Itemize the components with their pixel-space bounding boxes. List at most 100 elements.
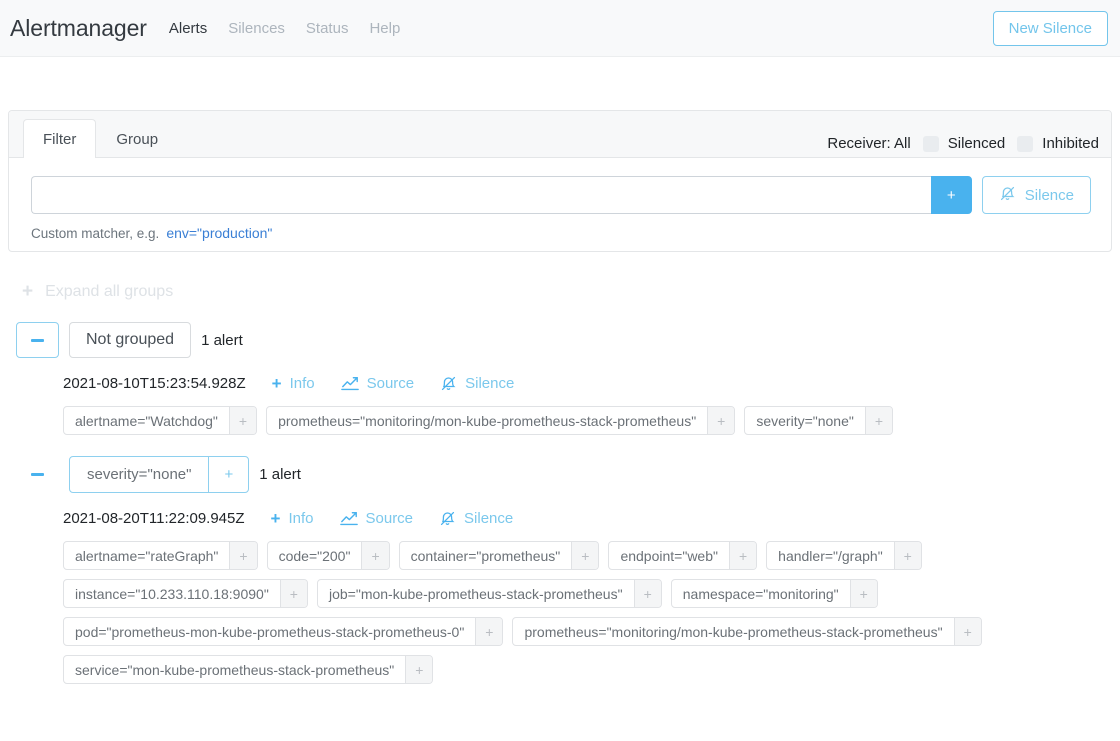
group-name[interactable]: Not grouped — [69, 322, 192, 358]
alert-label-text: service="mon-kube-prometheus-stack-prome… — [75, 661, 395, 678]
filter-card: Filter Group Receiver: All Silenced Inhib… — [8, 110, 1112, 252]
alert-label-text: pod="prometheus-mon-kube-prometheus-stac… — [75, 623, 465, 640]
tab-filter[interactable]: Filter — [23, 119, 97, 158]
alert-label-badge[interactable]: instance="10.233.110.18:9090" + — [63, 579, 308, 608]
alert-label-row: instance="10.233.110.18:9090" + job="mon-k… — [63, 579, 1112, 608]
alert-action-label: Silence — [465, 375, 515, 392]
group-label-badge[interactable]: severity="none" + — [69, 456, 250, 493]
chart-line-icon — [339, 511, 358, 526]
filter-body: + Silence Custom matcher, e.g. env="prod… — [9, 158, 1111, 251]
alert-action-label: Info — [288, 510, 314, 527]
helper-example-code[interactable]: env="production" — [166, 225, 272, 241]
alert-label-text: handler="/graph" — [778, 547, 883, 564]
alert-label-badge[interactable]: code="200" + — [266, 541, 390, 570]
alert-timestamp: 2021-08-20T11:22:09.945Z — [63, 510, 245, 527]
alert-label-add-button[interactable]: + — [953, 618, 981, 645]
alert-label-text: alertname="rateGraph" — [75, 547, 219, 564]
add-matcher-button[interactable]: + — [930, 176, 972, 214]
alert-label-add-button[interactable]: + — [728, 542, 757, 569]
alert-action-source[interactable]: Source — [339, 510, 413, 527]
matcher-input[interactable] — [31, 176, 931, 214]
alert-label-text: instance="10.233.110.18:9090" — [75, 585, 269, 602]
alert-action-label: Silence — [464, 510, 514, 527]
alert-groups: Not grouped 1 alert 2021-08-10T15:23:54.92… — [8, 322, 1112, 684]
new-silence-button[interactable]: New Silence — [992, 10, 1108, 46]
filter-tab-bar: Filter Group Receiver: All Silenced Inhib… — [9, 111, 1111, 158]
silenced-checkbox[interactable] — [922, 135, 939, 152]
alert-label-text: endpoint="web" — [620, 547, 718, 564]
alert-label-add-button[interactable]: + — [864, 407, 893, 434]
silence-filter-button[interactable]: Silence — [981, 176, 1091, 214]
alert-label-badge[interactable]: prometheus="monitoring/mon-kube-promethe… — [266, 406, 736, 435]
group-label-text: severity="none" — [87, 466, 192, 483]
alert-label-badge[interactable]: namespace="monitoring" + — [670, 579, 878, 608]
alert-label-add-button[interactable]: + — [279, 580, 307, 607]
nav-link-alerts[interactable]: Alerts — [169, 20, 207, 37]
page-container: Filter Group Receiver: All Silenced Inhib… — [0, 110, 1120, 684]
alert-label-add-button[interactable]: + — [405, 656, 433, 683]
inhibited-checkbox[interactable] — [1017, 135, 1034, 152]
filter-options: Receiver: All Silenced Inhibited — [827, 135, 1099, 157]
group-collapse-toggle[interactable] — [16, 457, 59, 493]
group-header: Not grouped 1 alert — [8, 322, 1112, 358]
alert-label-badge[interactable]: job="mon-kube-prometheus-stack-prometheu… — [316, 579, 662, 608]
alert-label-row: alertname="Watchdog" + prometheus="monitor… — [63, 406, 1112, 435]
alert-label-text: job="mon-kube-prometheus-stack-prometheu… — [328, 585, 623, 602]
alert-label-text: prometheus="monitoring/mon-kube-promethe… — [524, 623, 943, 640]
alert-label-add-button[interactable]: + — [361, 542, 389, 569]
alert-action-info[interactable]: + Info — [272, 375, 315, 392]
alert-label-badge[interactable]: service="mon-kube-prometheus-stack-prome… — [63, 655, 434, 684]
tab-group[interactable]: Group — [96, 119, 178, 158]
group-label-add-button[interactable]: + — [208, 457, 248, 492]
alert-label-text: code="200" — [278, 547, 351, 564]
alert-label-badge[interactable]: handler="/graph" + — [766, 541, 922, 570]
group-alert-count: 1 alert — [259, 466, 301, 483]
alert-label-add-button[interactable]: + — [228, 407, 257, 434]
tabs: Filter Group — [23, 118, 178, 158]
helper-text: Custom matcher, e.g. — [31, 226, 160, 241]
alert-action-source[interactable]: Source — [340, 375, 415, 392]
alert-action-label: Source — [366, 375, 415, 392]
plus-icon: + — [22, 281, 34, 302]
plus-icon: + — [271, 374, 282, 393]
alert-label-add-button[interactable]: + — [229, 542, 257, 569]
alert-action-silence[interactable]: Silence — [439, 510, 513, 527]
group-header: severity="none" +1 alert — [8, 456, 1112, 493]
alert-label-add-button[interactable]: + — [571, 542, 599, 569]
alert-label-badge[interactable]: alertname="Watchdog" + — [63, 406, 258, 435]
alert-label-badge[interactable]: container="prometheus" + — [398, 541, 600, 570]
alert-label-row: service="mon-kube-prometheus-stack-prome… — [63, 655, 1112, 684]
chart-line-icon — [340, 376, 359, 391]
group-alert-count: 1 alert — [201, 331, 243, 349]
alert-label-badge[interactable]: endpoint="web" + — [608, 541, 758, 570]
silenced-checkbox-item[interactable]: Silenced — [922, 135, 1005, 152]
alert-label-add-button[interactable]: + — [707, 407, 735, 434]
expand-all-groups[interactable]: + Expand all groups — [22, 282, 1112, 301]
alert-label-badge[interactable]: alertname="rateGraph" + — [63, 541, 258, 570]
alert-label-badge[interactable]: severity="none" + — [744, 406, 894, 435]
alert-label-text: prometheus="monitoring/mon-kube-promethe… — [278, 412, 697, 429]
expand-all-groups-label: Expand all groups — [45, 282, 174, 300]
alert-label-add-button[interactable]: + — [893, 542, 921, 569]
alert-labels: alertname="rateGraph" + code="200" + contain… — [63, 541, 1112, 684]
alert-label-badge[interactable]: pod="prometheus-mon-kube-prometheus-stac… — [63, 617, 504, 646]
nav-link-silences[interactable]: Silences — [228, 20, 285, 37]
alert-label-add-button[interactable]: + — [633, 580, 661, 607]
alert-label-badge[interactable]: prometheus="monitoring/mon-kube-promethe… — [512, 617, 982, 646]
alert-label-add-button[interactable]: + — [849, 580, 877, 607]
silence-filter-label: Silence — [1024, 186, 1074, 204]
nav-link-status[interactable]: Status — [306, 20, 349, 37]
app-brand: Alertmanager — [10, 14, 147, 41]
alert-action-silence[interactable]: Silence — [440, 375, 514, 392]
bell-slash-icon — [439, 510, 456, 527]
receiver-label[interactable]: Receiver: All — [827, 135, 910, 152]
alert-item: 2021-08-20T11:22:09.945Z + Info Source Silen… — [8, 510, 1112, 684]
group-collapse-toggle[interactable] — [16, 322, 59, 358]
alert-label-add-button[interactable]: + — [475, 618, 503, 645]
alert-group: Not grouped 1 alert 2021-08-10T15:23:54.92… — [8, 322, 1112, 435]
alert-action-label: Info — [289, 375, 315, 392]
nav-link-help[interactable]: Help — [369, 20, 400, 37]
inhibited-checkbox-item[interactable]: Inhibited — [1017, 135, 1099, 152]
bell-slash-icon — [999, 185, 1016, 206]
alert-action-info[interactable]: + Info — [271, 510, 314, 527]
